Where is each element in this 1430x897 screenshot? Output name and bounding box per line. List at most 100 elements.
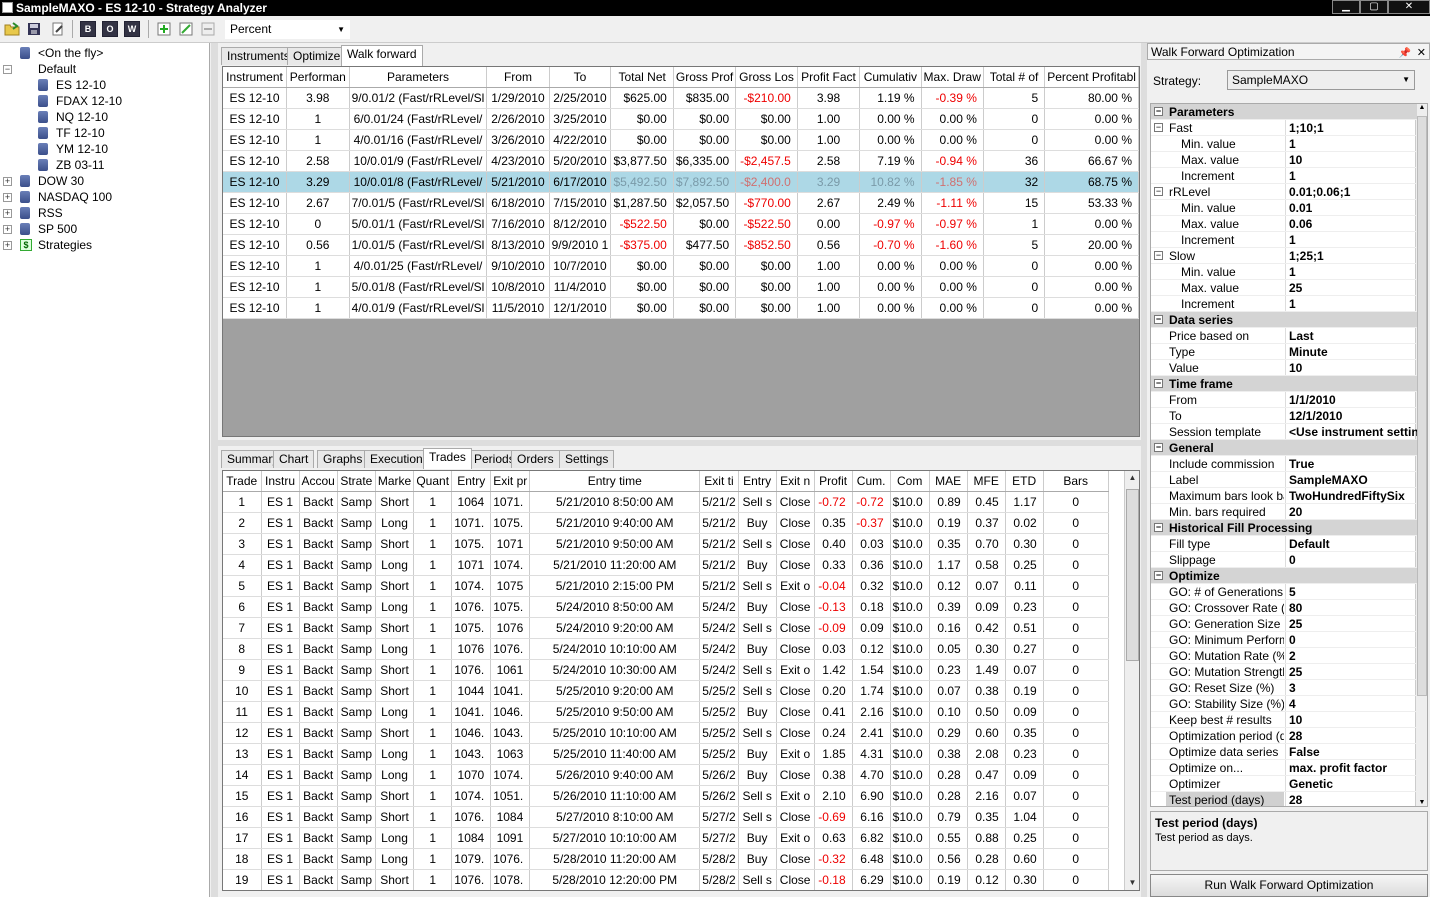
property-category[interactable]: − Time frame	[1151, 376, 1417, 392]
column-header[interactable]: Com	[890, 471, 930, 492]
tab-instruments[interactable]: Instruments	[221, 47, 296, 65]
table-row[interactable]: ES 12-10 0.56 1/0.01/5 (Fast/rRLevel/Sl 8/1…	[223, 234, 1139, 256]
property-value[interactable]: 1;10;1	[1285, 120, 1417, 135]
property-value[interactable]: 1	[1285, 232, 1417, 247]
column-header[interactable]: Exit n	[776, 471, 815, 492]
column-header[interactable]: Max. Draw	[921, 67, 984, 88]
table-row[interactable]: 17 ES 1 Backt Samp Long 1 1084 1091 5/27/2010 10…	[223, 827, 1109, 849]
collapse-icon[interactable]: −	[1154, 315, 1163, 324]
column-header[interactable]: Strate	[337, 471, 376, 492]
property-row[interactable]: Session template <Use instrument settings…	[1151, 424, 1417, 440]
trades-scrollbar[interactable]: ▲ ▼	[1124, 471, 1139, 890]
property-value[interactable]: <Use instrument settings>	[1285, 424, 1417, 439]
property-row[interactable]: From 1/1/2010	[1151, 392, 1417, 408]
property-row[interactable]: Max. value 10	[1151, 152, 1417, 168]
column-header[interactable]: To	[549, 67, 612, 88]
property-value[interactable]: True	[1285, 456, 1417, 471]
property-row[interactable]: Min. value 1	[1151, 264, 1417, 280]
property-value[interactable]: TwoHundredFiftySix	[1285, 488, 1417, 503]
property-category[interactable]: − Data series	[1151, 312, 1417, 328]
property-value[interactable]: 0	[1285, 632, 1417, 647]
property-row[interactable]: Price based on Last	[1151, 328, 1417, 344]
table-row[interactable]: ES 12-10 1 6/0.01/24 (Fast/rRLevel/2/26/20…	[223, 108, 1139, 130]
strategy-select[interactable]: SampleMAXO ▼	[1227, 70, 1415, 90]
column-header[interactable]: MFE	[967, 471, 1006, 492]
table-row[interactable]: 8 ES 1 Backt Samp Long 1 1076 1076. 5/24/2010 10…	[223, 638, 1109, 660]
property-row[interactable]: − rRLevel 0.01;0.06;1	[1151, 184, 1417, 200]
table-row[interactable]: ES 12-10 1 4/0.01/16 (Fast/rRLevel/3/26/20…	[223, 129, 1139, 151]
run-walk-forward-button[interactable]: Run Walk Forward Optimization	[1150, 874, 1428, 897]
tree-item[interactable]: Strategies	[38, 237, 92, 253]
table-row[interactable]: 6 ES 1 Backt Samp Long 1 1076. 1075. 5/24/2010 8…	[223, 596, 1109, 618]
edit-item-icon[interactable]	[178, 21, 194, 37]
table-row[interactable]: 5 ES 1 Backt Samp Short 1 1074. 1075 5/21/2010 2…	[223, 575, 1109, 597]
property-value[interactable]: 25	[1285, 664, 1417, 679]
property-value[interactable]: 0.06	[1285, 216, 1417, 231]
property-row[interactable]: GO: Minimum Performance0	[1151, 632, 1417, 648]
close-button[interactable]: ✕	[1388, 0, 1430, 14]
vertical-splitter[interactable]	[211, 43, 218, 897]
scroll-thumb[interactable]	[1417, 116, 1427, 696]
property-value[interactable]: 10	[1285, 152, 1417, 167]
tree-item[interactable]: SP 500	[38, 221, 77, 237]
scroll-down-icon[interactable]: ▼	[1125, 876, 1139, 890]
tree-item[interactable]: NQ 12-10	[56, 109, 108, 125]
tab-orders[interactable]: Orders	[511, 450, 560, 468]
property-value[interactable]: Last	[1285, 328, 1417, 343]
column-header[interactable]: Bars	[1043, 471, 1109, 492]
backtest-icon[interactable]: B	[80, 21, 96, 37]
table-row[interactable]: 10 ES 1 Backt Samp Short 1 1044 1041. 5/25/2010 …	[223, 680, 1109, 702]
column-header[interactable]: Performan	[286, 67, 350, 88]
property-value[interactable]: 20	[1285, 504, 1417, 519]
column-header[interactable]: Exit pr	[490, 471, 531, 492]
table-row[interactable]: 13 ES 1 Backt Samp Long 1 1043. 1063 5/25/2010 1…	[223, 743, 1109, 765]
tree-item[interactable]: YM 12-10	[56, 141, 108, 157]
property-category[interactable]: − General	[1151, 440, 1417, 456]
table-row[interactable]: ES 12-10 3.98 9/0.01/2 (Fast/rRLevel/Sl 1/2…	[223, 87, 1139, 109]
table-row[interactable]: ES 12-10 1 4/0.01/25 (Fast/rRLevel/9/10/20…	[223, 255, 1139, 277]
table-row[interactable]: ES 12-10 2.67 7/0.01/5 (Fast/rRLevel/Sl 6/1…	[223, 192, 1139, 214]
tree-expander-icon[interactable]: +	[3, 193, 12, 202]
property-value[interactable]: max. profit factor	[1285, 760, 1417, 775]
property-value[interactable]: 80	[1285, 600, 1417, 615]
column-header[interactable]: Total Net	[610, 67, 674, 88]
property-row[interactable]: Increment 1	[1151, 168, 1417, 184]
column-header[interactable]: Gross Los	[735, 67, 798, 88]
table-row[interactable]: 16 ES 1 Backt Samp Short 1 1076. 1084 5/27/2010 …	[223, 806, 1109, 828]
tree-expander-icon[interactable]: +	[3, 209, 12, 218]
table-row[interactable]: 7 ES 1 Backt Samp Short 1 1075. 1076 5/24/2010 9…	[223, 617, 1109, 639]
column-header[interactable]: MAE	[929, 471, 968, 492]
tree-expander-icon[interactable]: +	[3, 177, 12, 186]
add-icon[interactable]	[156, 21, 172, 37]
property-value[interactable]: 0.01	[1285, 200, 1417, 215]
property-value[interactable]: 1	[1285, 296, 1417, 311]
tab-settings[interactable]: Settings	[559, 450, 615, 468]
column-header[interactable]: Parameters	[349, 67, 488, 88]
property-row[interactable]: GO: Mutation Strength 25	[1151, 664, 1417, 680]
table-row[interactable]: ES 12-10 2.58 10/0.01/9 (Fast/rRLevel/4/23…	[223, 150, 1139, 172]
property-value[interactable]: 1	[1285, 136, 1417, 151]
property-value[interactable]: Minute	[1285, 344, 1417, 359]
tab-trades[interactable]: Trades	[423, 448, 472, 469]
property-row[interactable]: Value 10	[1151, 360, 1417, 376]
column-header[interactable]: Entry time	[529, 471, 701, 492]
collapse-icon[interactable]: −	[1154, 523, 1163, 532]
property-value[interactable]: 3	[1285, 680, 1417, 695]
property-row[interactable]: Include commission True	[1151, 456, 1417, 472]
property-category[interactable]: − Parameters	[1151, 104, 1417, 120]
property-row[interactable]: To 12/1/2010	[1151, 408, 1417, 424]
column-header[interactable]: Percent Profitabl	[1044, 67, 1139, 88]
close-icon[interactable]: ✕	[1417, 45, 1426, 61]
table-row[interactable]: 4 ES 1 Backt Samp Long 1 1071 1074. 5/21/2010 11…	[223, 554, 1109, 576]
pin-icon[interactable]: 📌	[1399, 46, 1411, 62]
property-category[interactable]: − Historical Fill Processing	[1151, 520, 1417, 536]
property-value[interactable]: 1/1/2010	[1285, 392, 1417, 407]
property-row[interactable]: GO: Reset Size (%) 3	[1151, 680, 1417, 696]
column-header[interactable]: Cum.	[852, 471, 891, 492]
property-value[interactable]: SampleMAXO	[1285, 472, 1417, 487]
property-value[interactable]: Default	[1285, 536, 1417, 551]
open-folder-icon[interactable]	[4, 21, 20, 37]
tree-item[interactable]: NASDAQ 100	[38, 189, 112, 205]
property-row[interactable]: Type Minute	[1151, 344, 1417, 360]
table-row[interactable]: ES 12-10 1 5/0.01/8 (Fast/rRLevel/Sl 10/8/2…	[223, 276, 1139, 298]
